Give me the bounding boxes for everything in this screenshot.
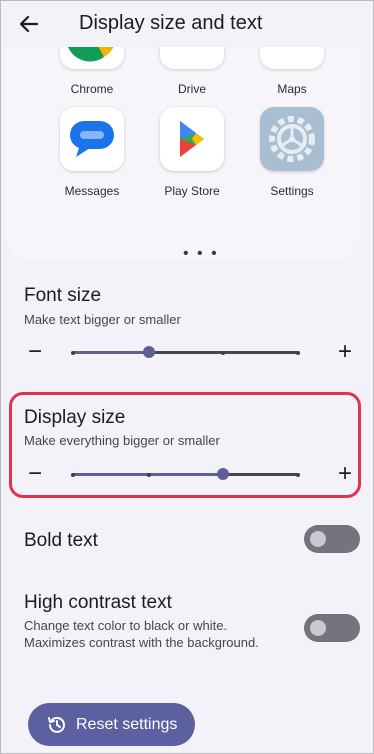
app-settings: Settings	[247, 107, 337, 198]
settings-icon	[260, 107, 324, 171]
app-play-store: Play Store	[147, 107, 237, 198]
messages-icon	[60, 107, 124, 171]
font-size-increase-button[interactable]: +	[338, 340, 352, 364]
top-app-bar: Display size and text	[1, 1, 373, 47]
history-icon	[48, 716, 65, 733]
slider-thumb[interactable]	[217, 468, 229, 480]
high-contrast-title: High contrast text	[24, 592, 172, 613]
slider-tick	[71, 473, 75, 477]
slider-tick	[147, 473, 151, 477]
high-contrast-switch[interactable]	[304, 614, 360, 642]
bold-text-title: Bold text	[24, 530, 98, 551]
app-label: Play Store	[164, 184, 220, 198]
slider-thumb[interactable]	[143, 346, 155, 358]
app-messages: Messages	[47, 107, 137, 198]
preview-card: Chrome Drive Maps Messages Play Store Se…	[7, 5, 360, 262]
reset-settings-button[interactable]: Reset settings	[28, 703, 195, 746]
display-size-increase-button[interactable]: +	[338, 462, 352, 486]
slider-active-track	[73, 351, 149, 354]
reset-settings-label: Reset settings	[76, 715, 178, 733]
slider-tick	[221, 351, 225, 355]
switch-knob	[310, 620, 326, 636]
slider-tick	[71, 351, 75, 355]
font-size-title: Font size	[24, 285, 102, 306]
display-size-subtitle: Make everything bigger or smaller	[24, 433, 220, 448]
app-label: Messages	[64, 184, 120, 198]
back-button[interactable]	[15, 10, 43, 38]
page-indicator: • • •	[183, 245, 219, 262]
high-contrast-subtitle: Change text color to black or white. Max…	[24, 618, 259, 650]
slider-tick	[296, 351, 300, 355]
app-label: Chrome	[70, 82, 114, 96]
display-size-title: Display size	[24, 407, 126, 428]
app-label: Settings	[270, 184, 314, 198]
font-size-decrease-button[interactable]: −	[28, 340, 42, 364]
play-store-icon	[160, 107, 224, 171]
font-size-subtitle: Make text bigger or smaller	[24, 312, 181, 327]
screen: Chrome Drive Maps Messages Play Store Se…	[0, 0, 374, 754]
switch-knob	[310, 531, 326, 547]
display-size-decrease-button[interactable]: −	[28, 462, 42, 486]
bold-text-switch[interactable]	[304, 525, 360, 553]
slider-tick	[296, 473, 300, 477]
page-title: Display size and text	[79, 12, 263, 34]
app-label: Maps	[277, 82, 307, 96]
app-label: Drive	[177, 82, 206, 96]
back-arrow-icon	[19, 15, 39, 33]
